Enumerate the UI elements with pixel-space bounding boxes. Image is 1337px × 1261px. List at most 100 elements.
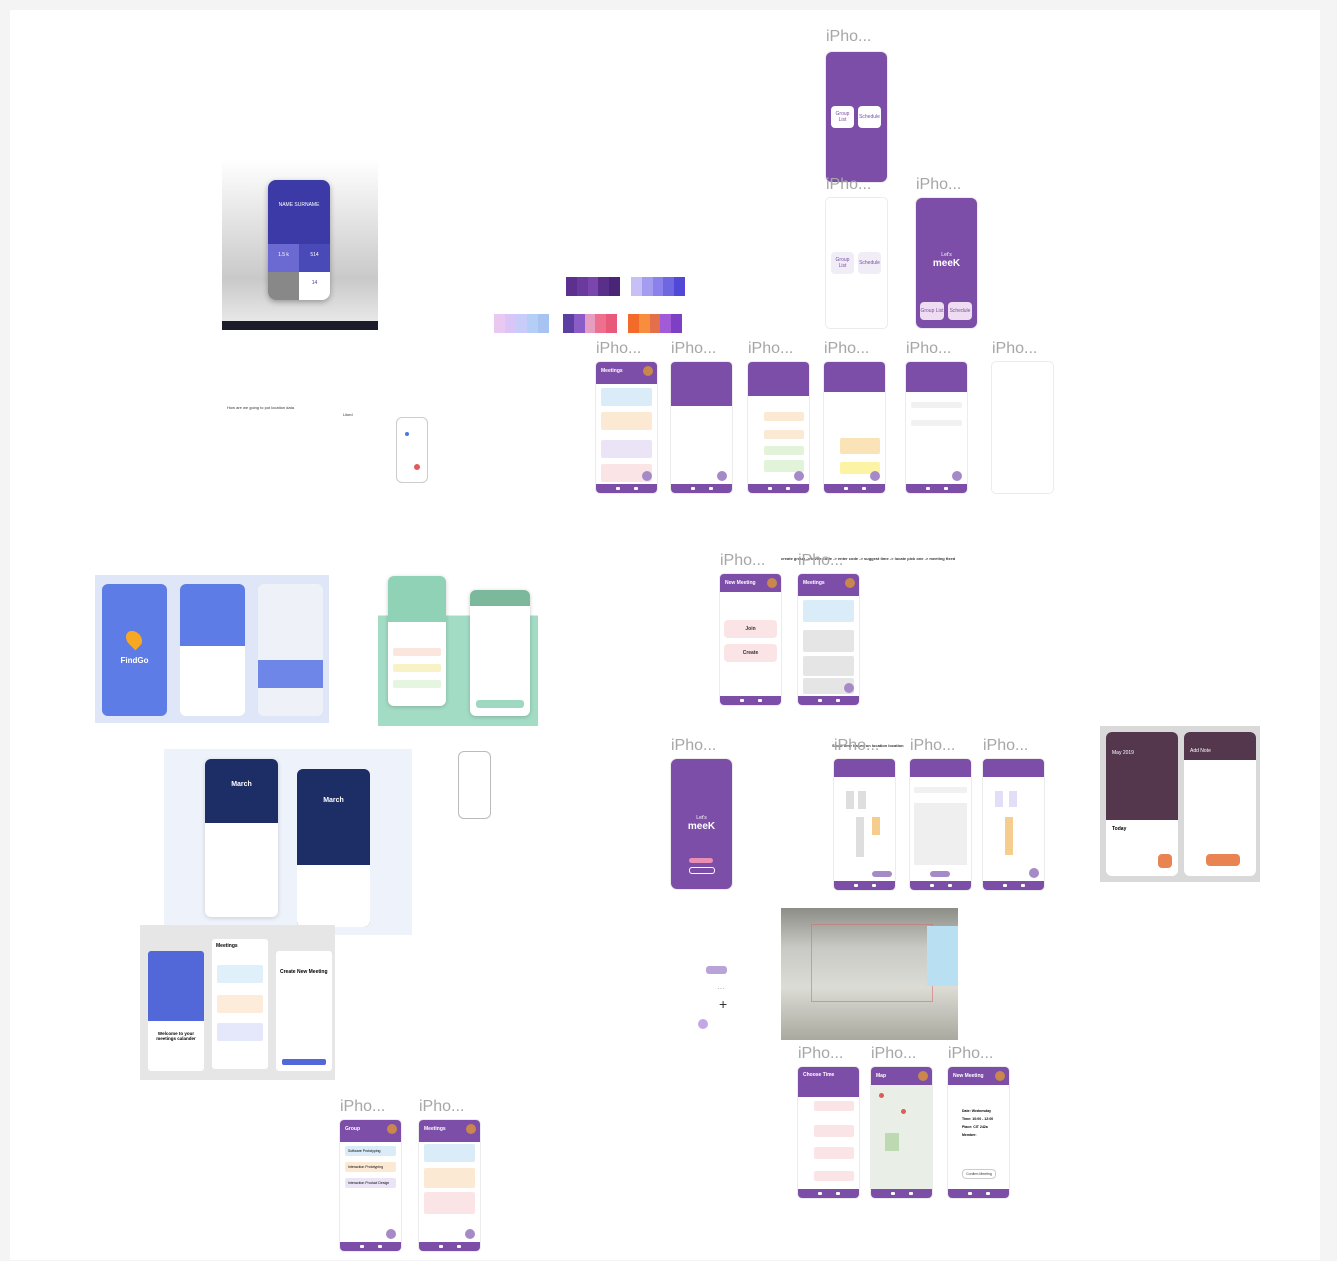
- frame-new-meeting-confirm[interactable]: New Meeting Date: Wednesday Time: 10:00 …: [948, 1067, 1009, 1198]
- frame-label[interactable]: iPho...: [910, 737, 955, 755]
- frame-choose-time[interactable]: Choose Time: [798, 1067, 859, 1198]
- note-location-question[interactable]: How are we going to put location data: [227, 405, 294, 410]
- map-phone-reference[interactable]: [397, 418, 427, 482]
- add-icon[interactable]: [794, 471, 804, 481]
- group-list-button[interactable]: Group List: [920, 302, 944, 320]
- group-item[interactable]: Software Prototyping: [345, 1146, 396, 1156]
- frame-empty[interactable]: [992, 362, 1053, 493]
- add-icon[interactable]: [1158, 854, 1172, 868]
- add-icon[interactable]: [465, 1229, 475, 1239]
- group-list-button[interactable]: Group List: [831, 252, 854, 274]
- tab-bar[interactable]: [948, 1189, 1009, 1198]
- frame-new-meeting[interactable]: New Meeting Join Create: [720, 574, 781, 705]
- tab-bar[interactable]: [906, 484, 967, 493]
- add-icon[interactable]: [870, 471, 880, 481]
- frame-label[interactable]: iPho...: [992, 340, 1037, 358]
- frame-label[interactable]: iPho...: [983, 737, 1028, 755]
- frame-group[interactable]: Group Software Prototyping Interaction P…: [340, 1120, 401, 1251]
- next-button[interactable]: [872, 871, 892, 877]
- meeting-card[interactable]: [601, 412, 652, 430]
- meeting-card[interactable]: [601, 440, 652, 458]
- tab-bar[interactable]: [834, 881, 895, 890]
- add-icon[interactable]: [642, 471, 652, 481]
- frame-availability-3[interactable]: [983, 759, 1044, 890]
- frame-label[interactable]: iPho...: [871, 1045, 916, 1063]
- time-slot[interactable]: [814, 1171, 854, 1181]
- palette-orange-purple[interactable]: [628, 314, 682, 333]
- frame-label[interactable]: iPho...: [824, 340, 869, 358]
- frame-group-filters[interactable]: [671, 362, 732, 493]
- add-button[interactable]: [930, 871, 950, 877]
- frame-splash[interactable]: Let's meeK: [671, 759, 732, 889]
- tab-bar[interactable]: [748, 484, 809, 493]
- reference-findgo[interactable]: FindGo: [95, 575, 329, 723]
- frame-week-schedule[interactable]: [824, 362, 885, 493]
- tab-bar[interactable]: [910, 881, 971, 890]
- palette-purple-dark[interactable]: [566, 277, 620, 296]
- group-list-button[interactable]: Group List: [831, 106, 854, 128]
- meeting-card[interactable]: [424, 1168, 475, 1188]
- time-slot[interactable]: [814, 1125, 854, 1137]
- reference-add-note[interactable]: May 2019 Today Add Note: [1100, 726, 1260, 882]
- map-pin-icon[interactable]: [879, 1093, 884, 1098]
- frame-label[interactable]: iPho...: [906, 340, 951, 358]
- mini-phone-reference[interactable]: [459, 752, 490, 818]
- meeting-card[interactable]: [424, 1144, 475, 1162]
- tab-bar[interactable]: [671, 484, 732, 493]
- schedule-button[interactable]: Schedule: [948, 302, 972, 320]
- add-icon[interactable]: [952, 471, 962, 481]
- palette-blue-violet[interactable]: [631, 277, 685, 296]
- frame-label[interactable]: iPho...: [748, 340, 793, 358]
- tab-bar[interactable]: [798, 1189, 859, 1198]
- tab-bar[interactable]: [871, 1189, 932, 1198]
- meeting-card[interactable]: [803, 600, 854, 622]
- reference-calendar[interactable]: March March: [164, 749, 412, 935]
- palette-violet-pink[interactable]: [563, 314, 617, 333]
- map-pin-icon[interactable]: [901, 1109, 906, 1114]
- tab-bar[interactable]: [340, 1242, 401, 1251]
- frame-meetings-list[interactable]: Meetings: [596, 362, 657, 493]
- group-item[interactable]: Interaction Prototyping: [345, 1162, 396, 1172]
- note-liked[interactable]: Liked: [343, 412, 353, 417]
- frame-purple-home[interactable]: Group List Schedule: [826, 52, 887, 182]
- frame-label[interactable]: iPho...: [826, 176, 871, 194]
- reference-green-planner[interactable]: [378, 568, 538, 726]
- frame-label[interactable]: iPho...: [916, 176, 961, 194]
- frame-availability-2[interactable]: [910, 759, 971, 890]
- map-view[interactable]: [871, 1085, 932, 1189]
- more-icon[interactable]: ···: [717, 984, 725, 993]
- meeting-card[interactable]: [601, 388, 652, 406]
- frame-label[interactable]: iPho...: [826, 28, 871, 46]
- frame-label[interactable]: iPho...: [596, 340, 641, 358]
- add-icon[interactable]: [844, 683, 854, 693]
- time-slot[interactable]: [814, 1101, 854, 1111]
- reference-profile-image[interactable]: NAME SURNAME 1.5 k 514 14: [222, 160, 378, 330]
- frame-label[interactable]: iPho...: [419, 1098, 464, 1116]
- whiteboard-photo[interactable]: [781, 908, 958, 1040]
- add-circle-icon[interactable]: [698, 1019, 708, 1029]
- frame-add-event-form[interactable]: [906, 362, 967, 493]
- reference-meetings-calendar[interactable]: Welcome to your meetings calander Meetin…: [140, 925, 335, 1080]
- group-item[interactable]: Interaction Product Design: [345, 1178, 396, 1188]
- add-icon[interactable]: [717, 471, 727, 481]
- save-button[interactable]: [1206, 854, 1240, 866]
- signup-button[interactable]: [689, 858, 713, 863]
- frame-label[interactable]: iPho...: [340, 1098, 385, 1116]
- frame-label[interactable]: iPho...: [948, 1045, 993, 1063]
- frame-label[interactable]: iPho...: [834, 737, 879, 755]
- frame-meetings-list-2[interactable]: Meetings: [798, 574, 859, 705]
- frame-white-home[interactable]: Group List Schedule: [826, 198, 887, 328]
- tab-bar[interactable]: [983, 881, 1044, 890]
- add-icon[interactable]: [386, 1229, 396, 1239]
- tab-bar[interactable]: [596, 484, 657, 493]
- meeting-card[interactable]: [424, 1192, 475, 1214]
- frame-day-schedule[interactable]: [748, 362, 809, 493]
- tab-bar[interactable]: [798, 696, 859, 705]
- plus-icon[interactable]: +: [719, 996, 727, 1012]
- create-button[interactable]: Create: [724, 644, 777, 662]
- schedule-button[interactable]: Schedule: [858, 106, 881, 128]
- frame-label[interactable]: iPho...: [720, 552, 765, 570]
- join-button[interactable]: Join: [724, 620, 777, 638]
- frame-label[interactable]: iPho...: [671, 340, 716, 358]
- frame-label[interactable]: iPho...: [798, 552, 843, 570]
